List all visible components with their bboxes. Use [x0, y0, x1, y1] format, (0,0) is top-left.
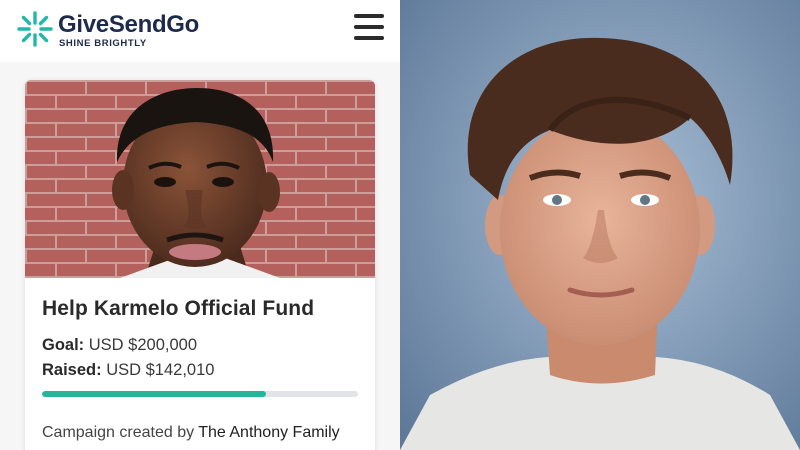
raised-row: Raised: USD $142,010	[42, 361, 214, 380]
campaign-photo[interactable]	[25, 80, 375, 278]
creator-prefix: Campaign created by	[42, 424, 195, 441]
givesendgo-screen: GiveSendGo SHINE BRIGHTLY Help Karmelo O…	[0, 0, 400, 450]
logo-tagline: SHINE BRIGHTLY	[59, 38, 147, 49]
logo-wordmark[interactable]: GiveSendGo	[58, 11, 199, 39]
creator-name[interactable]: The Anthony Family	[198, 424, 339, 441]
goal-row: Goal: USD $200,000	[42, 336, 197, 355]
starburst-logo-icon[interactable]	[16, 10, 54, 48]
raised-label: Raised:	[42, 361, 102, 379]
campaign-title[interactable]: Help Karmelo Official Fund	[42, 297, 314, 321]
portrait-photo	[400, 0, 800, 450]
hamburger-menu-icon[interactable]	[354, 14, 384, 40]
goal-label: Goal:	[42, 336, 85, 354]
funding-progress-bar	[42, 391, 358, 397]
creator-line: Campaign created by The Anthony Family	[42, 424, 340, 442]
goal-value: USD $200,000	[88, 336, 198, 354]
raised-value: USD $142,010	[106, 361, 215, 379]
campaign-card[interactable]: Help Karmelo Official Fund Goal: USD $20…	[25, 80, 375, 450]
top-bar: GiveSendGo SHINE BRIGHTLY	[0, 0, 400, 62]
funding-progress-fill	[42, 391, 267, 397]
